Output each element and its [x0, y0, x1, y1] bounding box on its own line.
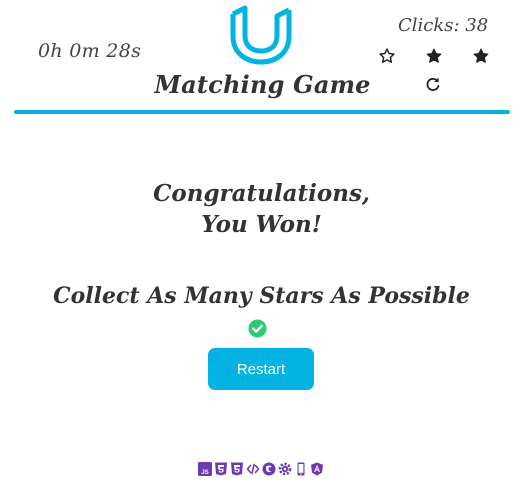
- tech-icons-footer: JS: [198, 462, 324, 476]
- redo-icon[interactable]: [425, 76, 441, 92]
- angular-icon: [310, 462, 324, 476]
- app-title: Matching Game: [0, 70, 523, 99]
- css3-icon: [230, 462, 244, 476]
- timer-display: 0h 0m 28s: [38, 40, 142, 62]
- app-title-text: Matching Game: [154, 70, 371, 99]
- svg-text:JS: JS: [201, 470, 208, 476]
- udacity-logo: [227, 4, 295, 68]
- header-divider: [14, 110, 510, 114]
- udacity-logo-icon: [230, 5, 292, 65]
- firefox-icon: [262, 462, 276, 476]
- restart-button[interactable]: Restart: [208, 348, 314, 390]
- click-counter: Clicks: 38: [398, 15, 489, 36]
- mobile-icon: [294, 462, 308, 476]
- congrats-line-1: Congratulations,: [153, 180, 370, 207]
- html5-icon: [214, 462, 228, 476]
- gear-icon: [278, 462, 292, 476]
- star-filled-icon: [425, 47, 443, 65]
- congrats-line-2: You Won!: [201, 211, 322, 238]
- star-rating: [376, 47, 494, 67]
- check-circle-icon: [248, 319, 267, 338]
- code-icon: [246, 462, 260, 476]
- star-outline-icon: [378, 47, 396, 65]
- star-filled-icon: [472, 47, 490, 65]
- js-icon: JS: [198, 462, 212, 476]
- congratulations-message: Congratulations, You Won!: [0, 178, 523, 240]
- win-subtitle: Collect As Many Stars As Possible: [53, 283, 470, 309]
- game-page: 0h 0m 28s Matching Game Clicks: 38 Congr…: [0, 0, 523, 488]
